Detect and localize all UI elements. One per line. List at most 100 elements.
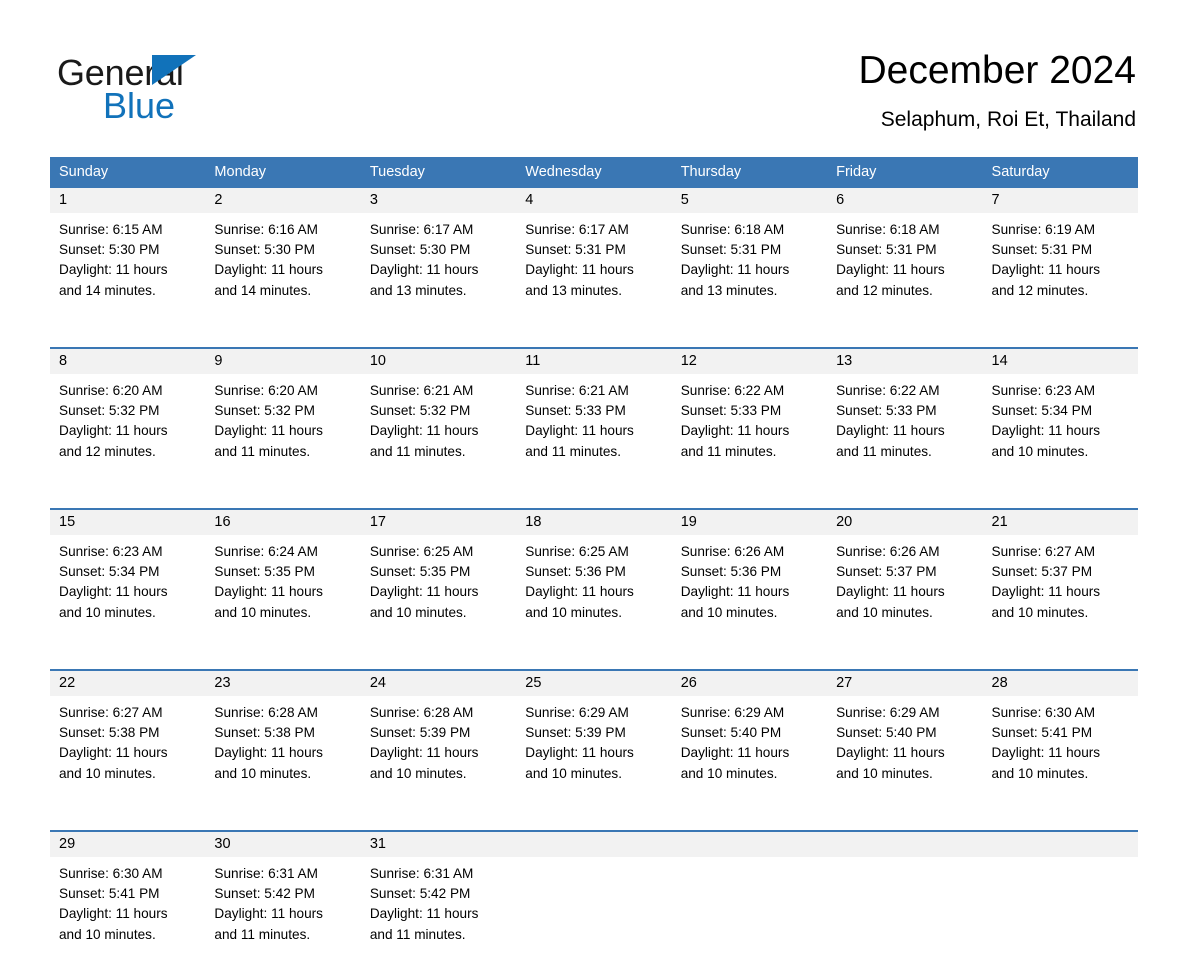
calendar-table: Sunday Monday Tuesday Wednesday Thursday Frid…	[50, 157, 1138, 967]
day-number[interactable]: 6	[827, 188, 982, 213]
day-daylight-1-text: Daylight: 11 hours	[214, 262, 323, 278]
day-number[interactable]: 19	[672, 510, 827, 535]
page-header: General Blue December 2024 Selaphum, Roi…	[0, 0, 1188, 155]
day-daylight-2-text: and 12 minutes.	[836, 282, 933, 298]
day-cell-details: Sunrise: 6:28 AM Sunset: 5:39 PM Daylight:…	[361, 696, 516, 806]
calendar-week-row: 29 30 31 Sunrise: 6:30 AM Sunset: 5:41 PM Day…	[50, 830, 1138, 967]
day-cell-details: Sunrise: 6:21 AM Sunset: 5:32 PM Daylight:…	[361, 374, 516, 484]
day-number[interactable]: 14	[983, 349, 1138, 374]
day-number[interactable]: 25	[516, 671, 671, 696]
day-sunset-text: Sunset: 5:33 PM	[525, 403, 626, 419]
day-number[interactable]: 7	[983, 188, 1138, 213]
day-number[interactable]: 12	[672, 349, 827, 374]
general-blue-logo[interactable]: General Blue	[57, 52, 377, 132]
day-number[interactable]: 17	[361, 510, 516, 535]
day-daylight-1-text: Daylight: 11 hours	[59, 745, 168, 761]
weekday-header-friday: Friday	[836, 164, 877, 180]
day-number[interactable]: 5	[672, 188, 827, 213]
day-number[interactable]: 9	[205, 349, 360, 374]
day-daylight-1-text: Daylight: 11 hours	[836, 584, 945, 600]
day-number[interactable]: 30	[205, 832, 360, 857]
weekday-header-thursday: Thursday	[680, 164, 742, 180]
day-sunrise-text: Sunrise: 6:24 AM	[214, 544, 318, 559]
day-daylight-1-text: Daylight: 11 hours	[991, 423, 1101, 439]
week-detail-band: Sunrise: 6:15 AM Sunset: 5:30 PM Daylight:…	[50, 213, 1138, 323]
week-detail-band: Sunrise: 6:23 AM Sunset: 5:34 PM Daylight:…	[50, 535, 1138, 645]
day-sunset-text: Sunset: 5:39 PM	[369, 725, 471, 741]
day-number[interactable]: 22	[50, 671, 205, 696]
day-daylight-1-text: Daylight: 11 hours	[369, 262, 479, 278]
day-number[interactable]: 11	[516, 349, 671, 374]
calendar-weekday-header: Sunday Monday Tuesday Wednesday Thursday Frid…	[50, 157, 1138, 188]
day-daylight-1-text: Daylight: 11 hours	[991, 262, 1101, 278]
day-daylight-2-text: and 10 minutes.	[59, 604, 156, 620]
day-sunset-text: Sunset: 5:35 PM	[369, 564, 471, 580]
day-sunset-text: Sunset: 5:40 PM	[836, 725, 937, 741]
day-number[interactable]: 16	[205, 510, 360, 535]
calendar-page: General Blue December 2024 Selaphum, Roi…	[0, 0, 1188, 967]
day-number[interactable]: 21	[983, 510, 1138, 535]
day-number[interactable]: 1	[50, 188, 205, 213]
day-daylight-2-text: and 13 minutes.	[525, 282, 622, 298]
day-cell-details: Sunrise: 6:26 AM Sunset: 5:36 PM Daylight:…	[672, 535, 827, 645]
day-daylight-1-text: Daylight: 11 hours	[214, 906, 323, 922]
day-daylight-2-text: and 13 minutes.	[680, 282, 778, 298]
day-number[interactable]: 15	[50, 510, 205, 535]
calendar-week-row: 22 23 24 25 26 27 28 Sunrise: 6:27 AM Sunset: 5:…	[50, 669, 1138, 830]
day-sunrise-text: Sunrise: 6:27 AM	[59, 705, 163, 720]
day-sunset-text: Sunset: 5:32 PM	[369, 403, 471, 419]
day-sunset-text: Sunset: 5:31 PM	[525, 242, 626, 258]
day-number[interactable]: 24	[361, 671, 516, 696]
week-detail-band: Sunrise: 6:27 AM Sunset: 5:38 PM Daylight:…	[50, 696, 1138, 806]
day-daylight-2-text: and 11 minutes.	[214, 926, 311, 942]
day-daylight-2-text: and 10 minutes.	[525, 604, 622, 620]
page-title: December 2024	[858, 49, 1137, 92]
day-sunrise-text: Sunrise: 6:20 AM	[214, 383, 318, 398]
day-daylight-1-text: Daylight: 11 hours	[991, 584, 1101, 600]
day-number[interactable]: 26	[672, 671, 827, 696]
day-sunset-text: Sunset: 5:41 PM	[991, 725, 1093, 741]
day-sunset-text: Sunset: 5:33 PM	[836, 403, 937, 419]
day-number[interactable]: 18	[516, 510, 671, 535]
day-number[interactable]: 27	[827, 671, 982, 696]
day-cell-details: Sunrise: 6:25 AM Sunset: 5:36 PM Daylight:…	[516, 535, 671, 645]
day-daylight-1-text: Daylight: 11 hours	[836, 423, 945, 439]
day-sunrise-text: Sunrise: 6:19 AM	[991, 222, 1096, 237]
day-number[interactable]: 4	[516, 188, 671, 213]
day-daylight-2-text: and 10 minutes.	[680, 765, 778, 781]
day-cell-details: Sunrise: 6:29 AM Sunset: 5:39 PM Daylight:…	[516, 696, 671, 806]
week-date-band: 29 30 31	[50, 832, 1138, 857]
day-daylight-1-text: Daylight: 11 hours	[836, 262, 945, 278]
day-number[interactable]: 28	[983, 671, 1138, 696]
day-sunrise-text: Sunrise: 6:18 AM	[680, 222, 785, 237]
week-detail-band: Sunrise: 6:30 AM Sunset: 5:41 PM Daylight:…	[50, 857, 1138, 967]
day-number[interactable]: 3	[361, 188, 516, 213]
day-number[interactable]: 23	[205, 671, 360, 696]
day-sunset-text: Sunset: 5:42 PM	[214, 886, 315, 902]
day-cell-empty	[983, 857, 1138, 967]
day-sunrise-text: Sunrise: 6:20 AM	[59, 383, 163, 398]
day-number[interactable]: 8	[50, 349, 205, 374]
day-sunset-text: Sunset: 5:36 PM	[525, 564, 626, 580]
day-number[interactable]: 20	[827, 510, 982, 535]
day-daylight-1-text: Daylight: 11 hours	[369, 584, 479, 600]
day-daylight-2-text: and 11 minutes.	[525, 443, 621, 459]
day-cell-details: Sunrise: 6:24 AM Sunset: 5:35 PM Daylight:…	[205, 535, 360, 645]
day-sunrise-text: Sunrise: 6:16 AM	[214, 222, 318, 237]
day-daylight-1-text: Daylight: 11 hours	[836, 745, 945, 761]
day-sunset-text: Sunset: 5:37 PM	[836, 564, 937, 580]
day-daylight-1-text: Daylight: 11 hours	[525, 745, 634, 761]
day-cell-details: Sunrise: 6:16 AM Sunset: 5:30 PM Daylight:…	[205, 213, 360, 323]
day-number[interactable]: 31	[361, 832, 516, 857]
day-number[interactable]: 29	[50, 832, 205, 857]
day-number[interactable]: 10	[361, 349, 516, 374]
day-number[interactable]: 13	[827, 349, 982, 374]
day-sunset-text: Sunset: 5:33 PM	[680, 403, 782, 419]
day-cell-details: Sunrise: 6:20 AM Sunset: 5:32 PM Daylight:…	[50, 374, 205, 484]
day-cell-details: Sunrise: 6:23 AM Sunset: 5:34 PM Daylight:…	[983, 374, 1138, 484]
day-daylight-2-text: and 11 minutes.	[369, 926, 466, 942]
day-sunset-text: Sunset: 5:38 PM	[59, 725, 160, 741]
day-sunset-text: Sunset: 5:32 PM	[59, 403, 160, 419]
day-number[interactable]: 2	[205, 188, 360, 213]
week-spacer	[50, 484, 1138, 508]
